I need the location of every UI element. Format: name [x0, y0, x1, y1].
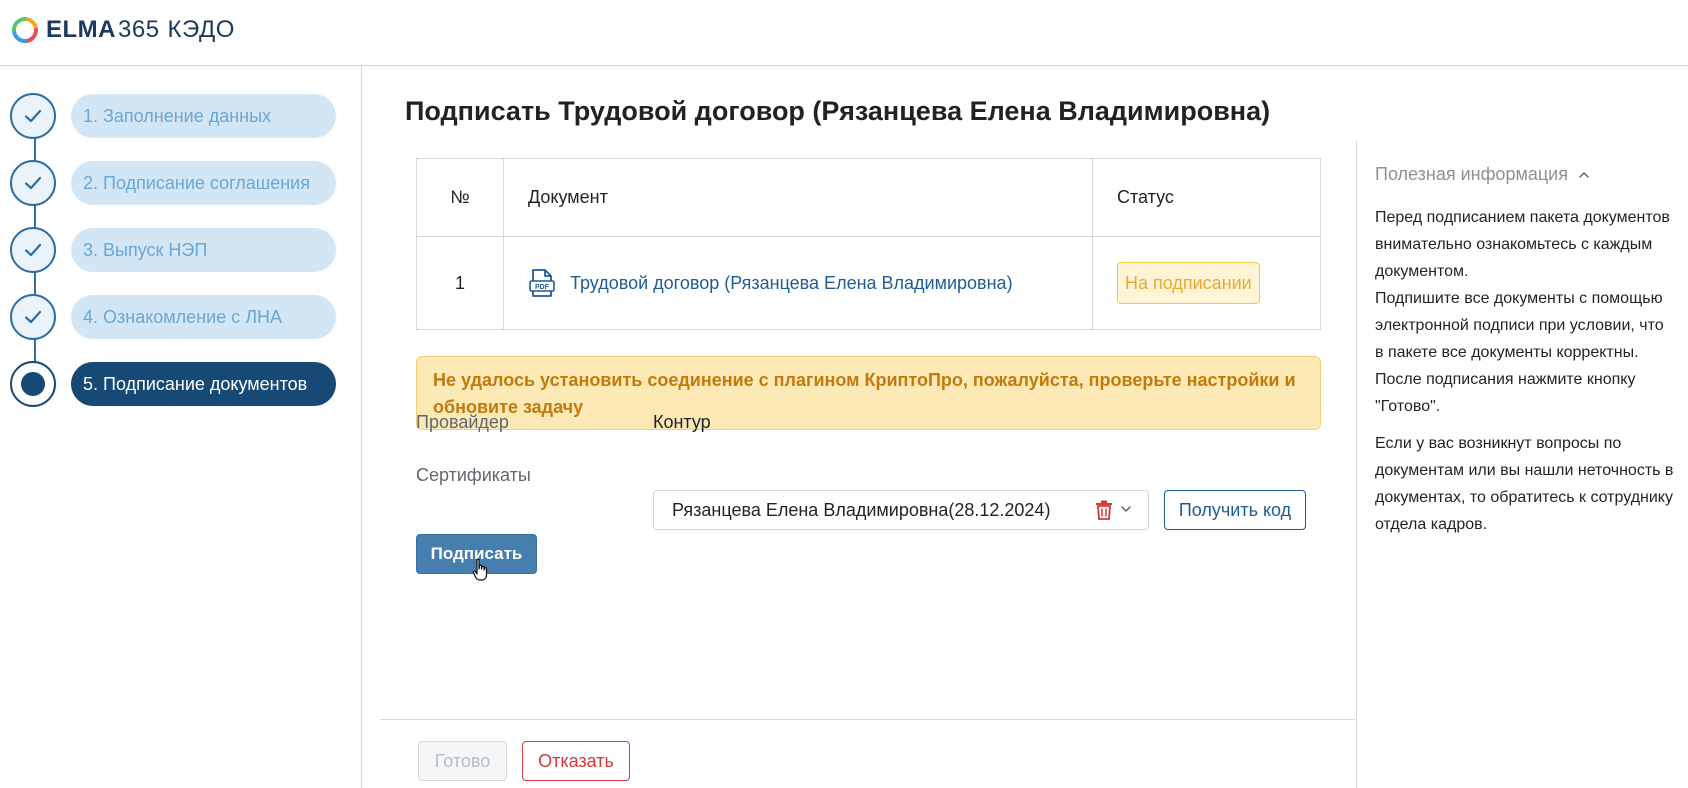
- step-label: 1. Заполнение данных: [71, 94, 336, 138]
- logo-text: ELMA 365 КЭДО: [46, 16, 235, 44]
- done-button[interactable]: Готово: [418, 741, 507, 781]
- document-title: Трудовой договор (Рязанцева Елена Владим…: [570, 272, 1013, 293]
- provider-label: Провайдер: [416, 412, 509, 432]
- info-paragraph: Перед подписанием пакета документов вним…: [1375, 209, 1670, 280]
- logo-brand: ELMA: [46, 16, 116, 43]
- column-header-document: Документ: [503, 158, 1093, 237]
- info-paragraph: После подписания нажмите кнопку "Готово"…: [1375, 371, 1636, 415]
- step-label: 3. Выпуск НЭП: [71, 228, 336, 272]
- get-code-button[interactable]: Получить код: [1164, 490, 1306, 530]
- check-icon: [24, 243, 42, 257]
- row-status-cell: На подписании: [1092, 236, 1321, 330]
- column-header-num: №: [416, 158, 504, 237]
- check-icon: [24, 176, 42, 190]
- table-header-row: № Документ Статус: [416, 158, 1321, 237]
- certificates-label: Сертификаты: [416, 465, 531, 485]
- documents-table: № Документ Статус 1 PDF Трудовой договор…: [416, 158, 1321, 330]
- info-panel-body: Перед подписанием пакета документов вним…: [1375, 204, 1675, 538]
- column-header-status: Статус: [1092, 158, 1321, 237]
- logo-number: 365: [118, 16, 160, 43]
- steps-sidebar: 1. Заполнение данных 2. Подписание согла…: [0, 66, 362, 788]
- status-badge: На подписании: [1117, 262, 1260, 304]
- certificate-select[interactable]: Рязанцева Елена Владимировна(28.12.2024): [653, 490, 1149, 530]
- step-label: 2. Подписание соглашения: [71, 161, 336, 205]
- page-title: Подписать Трудовой договор (Рязанцева Ел…: [405, 96, 1271, 126]
- step-done-indicator: [10, 93, 56, 139]
- chevron-down-icon[interactable]: [1120, 503, 1132, 515]
- step-label: 5. Подписание документов: [71, 362, 336, 406]
- info-panel-toggle[interactable]: Полезная информация: [1375, 164, 1590, 185]
- info-panel: Полезная информация Перед подписанием па…: [1356, 140, 1688, 788]
- check-icon: [24, 109, 42, 123]
- info-panel-title: Полезная информация: [1375, 164, 1568, 184]
- step-4[interactable]: 4. Ознакомление с ЛНА: [10, 294, 336, 340]
- elma-logo-icon: [12, 17, 38, 43]
- step-done-indicator: [10, 294, 56, 340]
- certificate-selected-value: Рязанцева Елена Владимировна(28.12.2024): [672, 499, 1051, 520]
- step-label: 4. Ознакомление с ЛНА: [71, 295, 336, 339]
- active-dot-icon: [21, 372, 45, 396]
- check-icon: [24, 310, 42, 324]
- step-2[interactable]: 2. Подписание соглашения: [10, 160, 336, 206]
- app-header: ELMA 365 КЭДО: [0, 0, 1688, 66]
- step-3[interactable]: 3. Выпуск НЭП: [10, 227, 336, 273]
- step-5[interactable]: 5. Подписание документов: [10, 361, 336, 407]
- info-paragraph: Если у вас возникнут вопросы по документ…: [1375, 435, 1674, 533]
- step-done-indicator: [10, 227, 56, 273]
- info-paragraph: Подпишите все документы с помощью электр…: [1375, 290, 1664, 361]
- footer-divider: [380, 719, 1355, 720]
- logo[interactable]: ELMA 365 КЭДО: [12, 16, 235, 44]
- svg-text:PDF: PDF: [535, 284, 550, 291]
- reject-button[interactable]: Отказать: [522, 741, 630, 781]
- row-document-cell: PDF Трудовой договор (Рязанцева Елена Вл…: [503, 236, 1093, 330]
- step-active-indicator: [10, 361, 56, 407]
- pdf-file-icon: PDF: [529, 269, 555, 297]
- table-row: 1 PDF Трудовой договор (Рязанцева Елена …: [416, 236, 1321, 330]
- provider-value: Контур: [653, 412, 711, 432]
- document-link[interactable]: PDF Трудовой договор (Рязанцева Елена Вл…: [528, 268, 1068, 298]
- plugin-error-alert: Не удалось установить соединение с плаги…: [416, 356, 1321, 430]
- trash-icon[interactable]: [1095, 500, 1113, 520]
- main-content: Подписать Трудовой договор (Рязанцева Ел…: [380, 66, 1355, 788]
- step-1[interactable]: 1. Заполнение данных: [10, 93, 336, 139]
- row-num: 1: [416, 236, 504, 330]
- step-done-indicator: [10, 160, 56, 206]
- chevron-up-icon: [1579, 171, 1589, 178]
- logo-product: КЭДО: [167, 16, 235, 43]
- hand-cursor-icon: [472, 558, 488, 581]
